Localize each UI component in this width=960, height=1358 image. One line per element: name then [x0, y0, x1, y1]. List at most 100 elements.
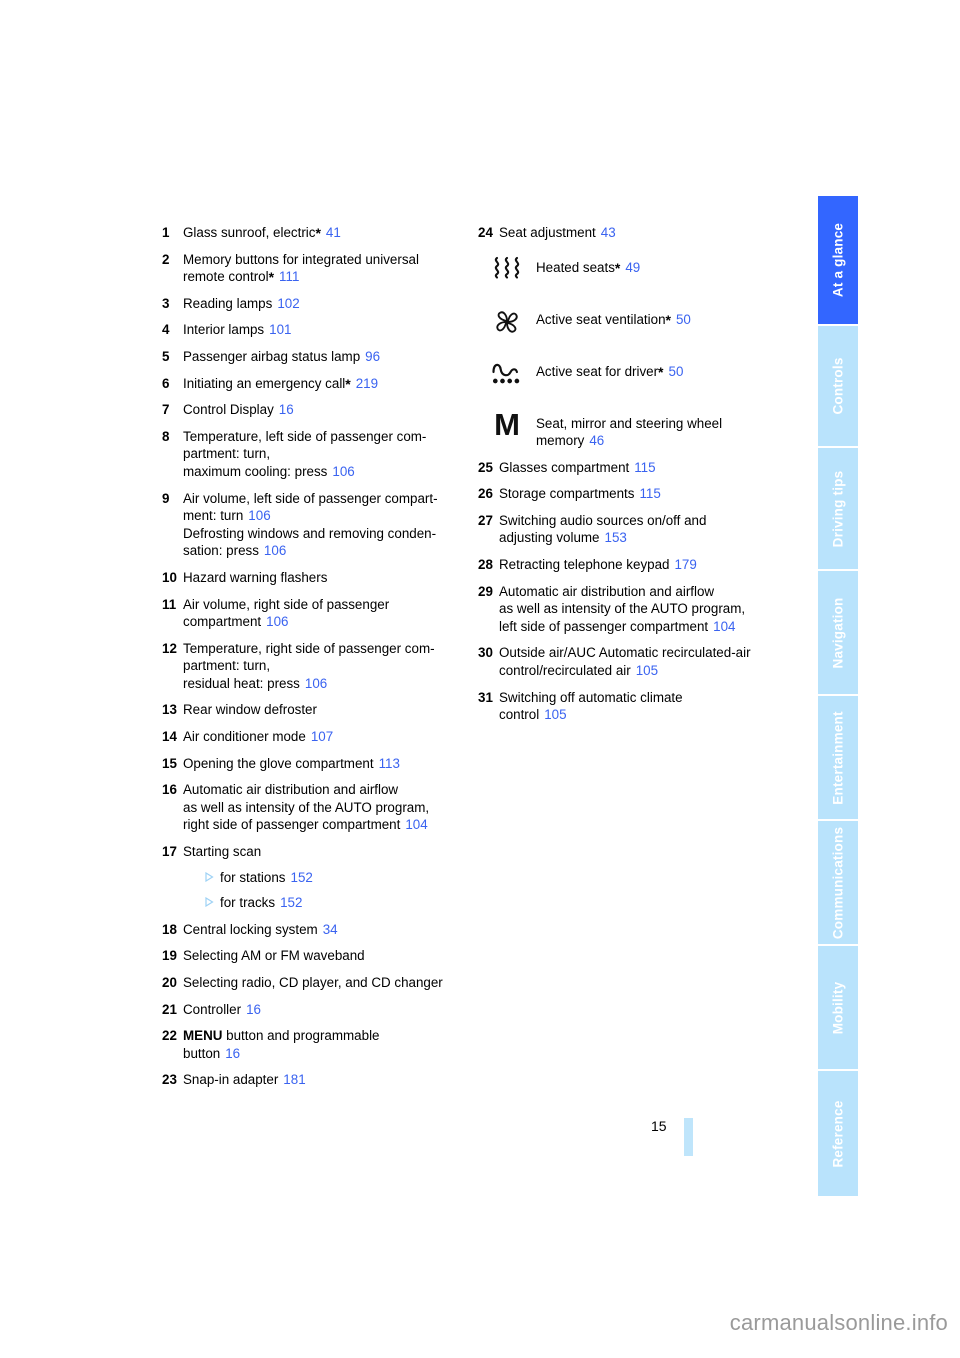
- sidebar-tab-at-a-glance[interactable]: At a glance: [818, 196, 858, 326]
- page-reference[interactable]: 152: [280, 895, 302, 910]
- entry-text: Air conditioner mode: [183, 729, 306, 745]
- numbered-entry: 20 Selecting radio, CD player, and CD cha…: [162, 974, 472, 992]
- sidebar-tab-mobility[interactable]: Mobility: [818, 946, 858, 1071]
- page-reference[interactable]: 106: [305, 676, 327, 691]
- section-tab-strip: At a glance Controls Driving tips Navigatio…: [818, 196, 858, 1196]
- entry-line: Hazard warning flashers: [183, 569, 472, 587]
- page-reference[interactable]: 179: [674, 557, 696, 572]
- entry-line: Rear window defroster: [183, 701, 472, 719]
- page-reference[interactable]: 106: [266, 614, 288, 629]
- sidebar-tab-reference[interactable]: Reference: [818, 1071, 858, 1196]
- entry-line: Active seat for driver* 50: [536, 363, 798, 381]
- numbered-entry: 14 Air conditioner mode 107: [162, 728, 472, 746]
- page-reference[interactable]: 106: [264, 543, 286, 558]
- page-reference[interactable]: 104: [713, 619, 735, 634]
- page-reference[interactable]: 105: [636, 663, 658, 678]
- entry-number: 23: [162, 1072, 177, 1088]
- entry-text: Air volume, left side of passenger compa…: [183, 490, 438, 506]
- entry-text: as well as intensity of the AUTO program…: [183, 799, 430, 815]
- page-reference[interactable]: 101: [269, 322, 291, 337]
- optional-equipment-asterisk: *: [315, 225, 321, 241]
- entry-number: 19: [162, 948, 177, 964]
- numbered-entry: 21 Controller 16: [162, 1001, 472, 1019]
- page-reference[interactable]: 34: [323, 922, 338, 937]
- sub-list-item: for tracks 152: [204, 892, 472, 912]
- sub-item-text: for stations: [220, 869, 286, 885]
- numbered-entry: 19 Selecting AM or FM waveband: [162, 947, 472, 965]
- sidebar-tab-entertainment[interactable]: Entertainment: [818, 696, 858, 821]
- entry-icon: [478, 303, 536, 339]
- entry-line: Air volume, right side of passenger: [183, 596, 472, 614]
- page-reference[interactable]: 153: [605, 530, 627, 545]
- page-reference[interactable]: 50: [669, 364, 684, 379]
- entry-body: Heated seats* 49: [536, 251, 798, 277]
- page-reference[interactable]: 181: [283, 1072, 305, 1087]
- page-reference[interactable]: 152: [291, 870, 313, 885]
- page-reference[interactable]: 104: [405, 817, 427, 832]
- entry-line: memory 46: [536, 432, 798, 450]
- entry-line: Reading lamps 102: [183, 295, 472, 313]
- page-reference[interactable]: 115: [639, 486, 660, 501]
- page-reference[interactable]: 106: [248, 508, 270, 523]
- entry-text: sation: press: [183, 543, 259, 559]
- entry-line: MENU button and programmable: [183, 1027, 472, 1045]
- page-reference[interactable]: 102: [277, 296, 299, 311]
- entry-number: 3: [162, 295, 170, 311]
- sidebar-tab-communications[interactable]: Communications: [818, 821, 858, 946]
- page-reference[interactable]: 16: [225, 1046, 240, 1061]
- page-reference[interactable]: 16: [246, 1002, 261, 1017]
- page-reference[interactable]: 43: [601, 225, 616, 240]
- page-number: 15: [651, 1118, 667, 1134]
- page-reference[interactable]: 96: [365, 349, 380, 364]
- page-reference[interactable]: 16: [279, 402, 294, 417]
- entry-body: Air volume, left side of passenger compa…: [183, 490, 472, 560]
- entry-number: 25: [478, 459, 493, 475]
- entry-body: Starting scan for stations 152 for tracks 15…: [183, 843, 472, 912]
- page-reference[interactable]: 111: [279, 269, 299, 284]
- sidebar-tab-driving-tips[interactable]: Driving tips: [818, 448, 858, 571]
- entry-body: Outside air/AUC Automatic recirculated-a…: [499, 644, 798, 679]
- page-reference[interactable]: 115: [634, 460, 655, 475]
- page-reference[interactable]: 50: [676, 312, 691, 327]
- entry-line: control 105: [499, 706, 798, 724]
- entry-line: as well as intensity of the AUTO program…: [499, 600, 798, 618]
- entry-body: Seat adjustment 43: [499, 224, 798, 242]
- entry-body: Glasses compartment 115: [499, 459, 798, 477]
- page-reference[interactable]: 105: [544, 707, 566, 722]
- sidebar-tab-controls[interactable]: Controls: [818, 326, 858, 448]
- entry-number: 9: [162, 490, 170, 506]
- triangle-bullet-icon: [205, 871, 214, 882]
- entry-number: 29: [478, 583, 493, 599]
- page-reference[interactable]: 41: [326, 225, 341, 240]
- sidebar-tab-label: Reference: [830, 1099, 846, 1168]
- entry-line: Automatic air distribution and airflow: [499, 583, 798, 601]
- page-reference[interactable]: 107: [311, 729, 333, 744]
- sidebar-tab-label: Communications: [830, 826, 846, 939]
- entry-body: Retracting telephone keypad 179: [499, 556, 798, 574]
- entry-body: Reading lamps 102: [183, 295, 472, 313]
- entry-text: Storage compartments: [499, 486, 635, 502]
- entry-line: Initiating an emergency call* 219: [183, 375, 472, 393]
- numbered-entry: 3 Reading lamps 102: [162, 295, 472, 313]
- page-reference[interactable]: 46: [589, 433, 604, 448]
- entry-line: Outside air/AUC Automatic recirculated-a…: [499, 644, 798, 662]
- numbered-entry: 22 MENU button and programmable button 16: [162, 1027, 472, 1062]
- entry-text: Hazard warning flashers: [183, 569, 328, 585]
- page-reference[interactable]: 219: [356, 376, 378, 391]
- entry-line: Seat adjustment 43: [499, 224, 798, 242]
- entry-line: partment: turn,: [183, 445, 472, 463]
- numbered-entry: 23 Snap-in adapter 181: [162, 1071, 472, 1089]
- entry-text: Active seat for driver: [536, 363, 659, 379]
- entry-line: Interior lamps 101: [183, 321, 472, 339]
- sidebar-tab-navigation[interactable]: Navigation: [818, 571, 858, 696]
- entry-number: 5: [162, 348, 170, 364]
- entry-icon: [478, 355, 536, 387]
- seat-ventilation-fan-icon: [496, 310, 518, 333]
- entry-line: sation: press 106: [183, 542, 472, 560]
- sidebar-tab-label: Entertainment: [830, 710, 846, 805]
- entry-number: 20: [162, 975, 177, 990]
- numbered-entry: 24 Seat adjustment 43: [478, 224, 798, 242]
- page-reference[interactable]: 49: [625, 260, 640, 275]
- page-reference[interactable]: 113: [379, 756, 400, 771]
- page-reference[interactable]: 106: [332, 464, 354, 479]
